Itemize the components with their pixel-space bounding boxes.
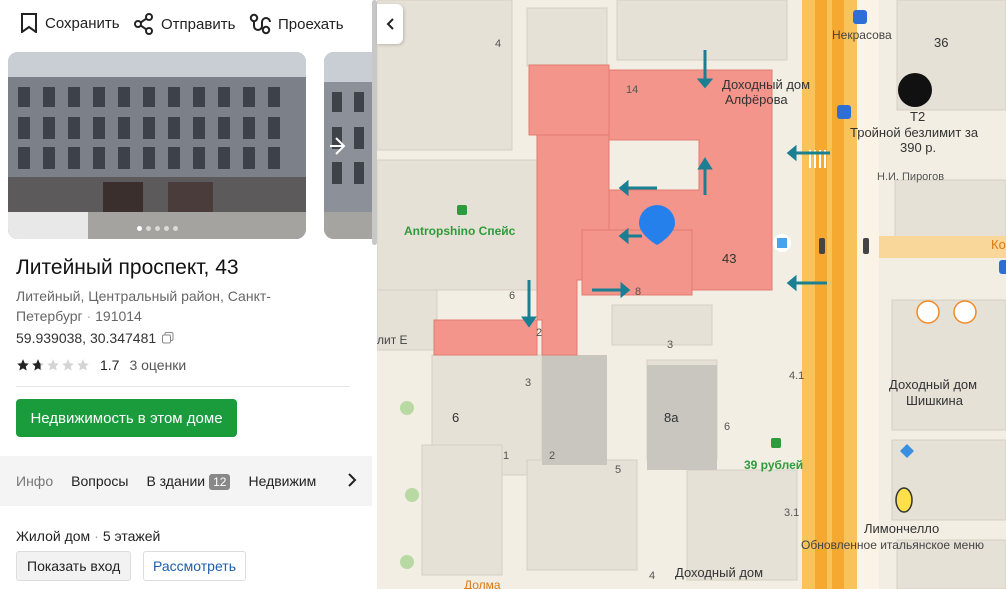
map-label-nekrasova: Некрасова: [832, 28, 892, 42]
map-label-limoncello-desc: Обновленное итальянское меню: [801, 538, 984, 552]
map-label-39-rubley: 39 рублей: [744, 458, 804, 472]
map-label-antropshino: Antropshino Спейс: [404, 224, 516, 238]
map-label-6b: 6: [452, 410, 460, 425]
map-label-4-top: 4: [495, 38, 502, 50]
map-label-1: 1: [503, 450, 510, 462]
map-label-pirogov: Н.И. Пирогов: [877, 171, 945, 183]
map-label-dohodny-bottom: Доходный дом: [675, 565, 764, 580]
map-label-8a: 8а: [664, 410, 679, 425]
star-empty-icon: [62, 359, 74, 371]
star-empty-icon: [47, 359, 59, 371]
place-title: Литейный проспект, 43: [16, 256, 239, 279]
route-label: Проехать: [278, 15, 344, 33]
copy-icon[interactable]: [162, 332, 174, 344]
map-label-5: 5: [615, 464, 622, 476]
rating-stars: [16, 358, 90, 372]
building-info: Жилой дом · 5 этажей: [16, 528, 161, 544]
route-button[interactable]: Проехать: [249, 13, 344, 35]
route-icon: [249, 13, 271, 35]
tab-questions[interactable]: Вопросы: [71, 473, 128, 489]
share-icon: [134, 13, 153, 35]
tab-in-building[interactable]: В здании 12: [146, 472, 231, 490]
map-label-6a: 6: [509, 290, 516, 302]
photo-carousel-dots: [8, 226, 306, 231]
map-label-4-bottom: 4: [649, 570, 656, 582]
map-label-4-1: 4.1: [789, 370, 805, 382]
map-label-t2: T2: [910, 109, 926, 124]
map-label-dolma: Долма: [464, 578, 501, 589]
map-label-43: 43: [722, 251, 737, 266]
map-label-dohodny-shishkina-1: Доходный дом: [889, 377, 978, 392]
map-label-2: 2: [536, 327, 543, 339]
map-label-3b: 3: [525, 377, 532, 389]
building-floors: 5 этажей: [102, 528, 161, 544]
building-type: Жилой дом: [16, 528, 91, 544]
tabs-next-icon[interactable]: [345, 471, 359, 489]
save-button[interactable]: Сохранить: [20, 13, 120, 33]
star-empty-icon: [77, 359, 89, 371]
building-photo-next-image: [324, 52, 377, 239]
rating[interactable]: 1.7 3 оценки: [16, 357, 186, 373]
building-photo-image: [8, 52, 306, 239]
share-button[interactable]: Отправить: [134, 13, 235, 35]
star-icon: [17, 359, 29, 371]
realty-button[interactable]: Недвижимость в этом доме: [16, 399, 237, 437]
share-label: Отправить: [161, 15, 236, 33]
map-canvas: [377, 0, 1006, 589]
map-label-3-1: 3.1: [784, 507, 800, 519]
map-label-t2-promo-1: Тройной безлимит за: [850, 125, 979, 140]
building-photo-next[interactable]: [324, 52, 377, 239]
map-label-dohodny-shishkina-2: Шишкина: [906, 393, 963, 408]
rating-value: 1.7: [100, 357, 120, 373]
view-button[interactable]: Рассмотреть: [143, 551, 246, 581]
coordinates-text: 59.939038, 30.347481: [16, 330, 157, 346]
tab-in-building-label: В здании: [146, 472, 206, 489]
star-half-icon: [32, 359, 44, 371]
map-label-dohodny-alferova-1: Доходный дом: [722, 77, 811, 92]
divider: [16, 386, 350, 387]
show-entrance-button[interactable]: Показать вход: [16, 551, 132, 581]
tabs: Инфо Вопросы В здании 12 Недвижим: [16, 456, 352, 506]
map-label-limoncello: Лимончелло: [864, 521, 940, 536]
map-label-2b: 2: [549, 450, 556, 462]
map-label-ko: Ко: [991, 237, 1006, 252]
map-label-3a: 3: [667, 339, 674, 351]
tab-badge: 12: [209, 473, 231, 490]
map-label-8: 8: [635, 286, 642, 298]
rating-count[interactable]: 3 оценки: [129, 357, 186, 373]
building-photo[interactable]: [8, 52, 306, 239]
chevron-left-icon: [386, 18, 394, 30]
map-label-6c: 6: [724, 421, 731, 433]
save-label: Сохранить: [45, 14, 120, 32]
tab-info[interactable]: Инфо: [16, 473, 53, 489]
action-bar: Сохранить Отправить Проехать: [0, 0, 377, 48]
map[interactable]: Некрасова 36 4 Доходный дом Алфёрова 14 …: [377, 0, 1006, 589]
postcode: 191014: [95, 308, 142, 324]
map-label-t2-promo-2: 390 р.: [900, 140, 937, 155]
place-address: Литейный, Центральный район, Санкт-Петер…: [16, 288, 271, 324]
map-label-dohodny-alferova-2: Алфёрова: [725, 92, 788, 107]
tab-realty[interactable]: Недвижим: [248, 473, 316, 489]
collapse-panel-button[interactable]: [377, 4, 403, 44]
map-label-36: 36: [934, 35, 949, 50]
map-label-14: 14: [626, 84, 639, 96]
coordinates[interactable]: 59.939038, 30.347481: [16, 330, 174, 346]
bookmark-icon: [21, 13, 37, 33]
map-label-lit-e: лит Е: [377, 333, 408, 347]
address-text: Литейный, Центральный район, Санкт-Петер…: [16, 288, 271, 324]
place-card-panel: Сохранить Отправить Проехать Литейный пр…: [0, 0, 377, 589]
